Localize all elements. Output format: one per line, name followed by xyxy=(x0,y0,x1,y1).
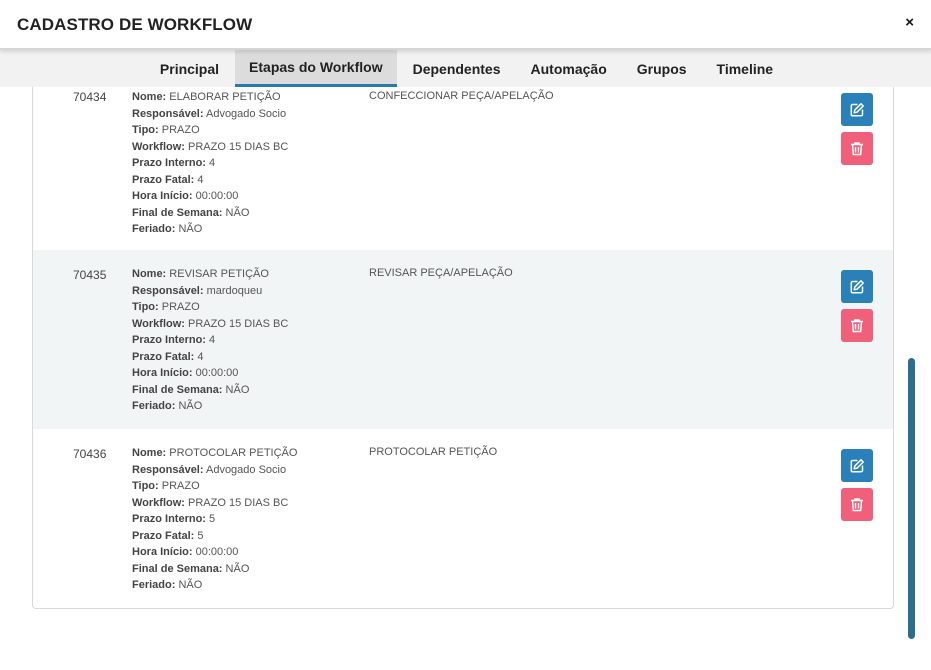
field-label: Hora Início: xyxy=(132,367,193,379)
field-label: Nome: xyxy=(132,91,167,103)
scrollbar-thumb[interactable] xyxy=(908,358,915,639)
trash-icon xyxy=(851,142,863,156)
step-nome: PROTOCOLAR PETIÇÃO xyxy=(169,447,298,459)
field-label: Hora Início: xyxy=(132,190,193,202)
tab-automacao[interactable]: Automação xyxy=(517,50,621,87)
step-description: REVISAR PEÇA/APELAÇÃO xyxy=(369,267,513,279)
step-workflow: PRAZO 15 DIAS BC xyxy=(188,317,289,330)
field-label: Prazo Fatal: xyxy=(132,529,195,542)
workflow-steps-list: 70434 Nome: ELABORAR PETIÇÃO Responsável… xyxy=(32,87,894,609)
tab-bar: Principal Etapas do Workflow Dependentes… xyxy=(0,50,931,87)
step-feriado: NÃO xyxy=(178,579,203,591)
step-details: Nome: PROTOCOLAR PETIÇÃO Responsável: Ad… xyxy=(132,445,297,594)
field-label: Prazo Interno: xyxy=(132,334,206,346)
step-responsavel: Advogado Socio xyxy=(205,463,287,476)
edit-icon xyxy=(850,102,864,116)
list-item: 70434 Nome: ELABORAR PETIÇÃO Responsável… xyxy=(33,87,893,250)
field-label: Feriado: xyxy=(132,223,176,235)
step-tipo: PRAZO xyxy=(161,301,200,313)
field-label: Responsável: xyxy=(132,463,204,476)
edit-button[interactable] xyxy=(841,449,873,482)
edit-button[interactable] xyxy=(841,270,873,303)
field-label: Nome: xyxy=(132,447,167,459)
field-label: Workflow: xyxy=(132,140,185,153)
field-label: Responsável: xyxy=(132,107,204,120)
step-prazo-fatal: 4 xyxy=(197,350,204,363)
step-final-semana: NÃO xyxy=(225,206,250,219)
step-id: 70436 xyxy=(73,447,107,461)
modal-title: CADASTRO DE WORKFLOW xyxy=(17,15,253,34)
step-hora-inicio: 00:00:00 xyxy=(195,367,239,379)
modal-header: CADASTRO DE WORKFLOW × xyxy=(0,0,931,50)
field-label: Final de Semana: xyxy=(132,383,223,396)
step-details: Nome: ELABORAR PETIÇÃO Responsável: Advo… xyxy=(132,89,288,238)
step-feriado: NÃO xyxy=(178,223,203,235)
field-label: Workflow: xyxy=(132,317,185,330)
step-feriado: NÃO xyxy=(178,400,203,412)
edit-icon xyxy=(850,279,864,293)
field-label: Prazo Interno: xyxy=(132,513,206,525)
delete-button[interactable] xyxy=(841,488,873,521)
edit-button[interactable] xyxy=(841,93,873,126)
tab-timeline[interactable]: Timeline xyxy=(703,50,788,87)
step-prazo-interno: 4 xyxy=(209,334,216,346)
step-description: PROTOCOLAR PETIÇÃO xyxy=(369,446,498,458)
field-label: Prazo Interno: xyxy=(132,157,206,169)
tab-grupos[interactable]: Grupos xyxy=(623,50,701,87)
field-label: Tipo: xyxy=(132,301,159,313)
field-label: Prazo Fatal: xyxy=(132,350,195,363)
tab-dependentes[interactable]: Dependentes xyxy=(399,50,515,87)
step-description: CONFECCIONAR PEÇA/APELAÇÃO xyxy=(369,90,554,102)
field-label: Feriado: xyxy=(132,579,176,591)
step-hora-inicio: 00:00:00 xyxy=(195,190,239,202)
field-label: Final de Semana: xyxy=(132,206,223,219)
field-label: Tipo: xyxy=(132,124,159,136)
step-final-semana: NÃO xyxy=(225,383,250,396)
trash-icon xyxy=(851,498,863,512)
field-label: Workflow: xyxy=(132,496,185,509)
step-prazo-fatal: 5 xyxy=(197,529,204,542)
step-prazo-fatal: 4 xyxy=(197,173,204,186)
field-label: Nome: xyxy=(132,268,167,280)
tab-principal[interactable]: Principal xyxy=(146,50,233,87)
step-responsavel: mardoqueu xyxy=(206,284,263,297)
step-final-semana: NÃO xyxy=(225,562,250,575)
step-workflow: PRAZO 15 DIAS BC xyxy=(188,496,289,509)
field-label: Hora Início: xyxy=(132,546,193,558)
close-icon[interactable]: × xyxy=(905,14,914,31)
field-label: Responsável: xyxy=(132,284,204,297)
delete-button[interactable] xyxy=(841,309,873,342)
step-tipo: PRAZO xyxy=(161,480,200,492)
step-id: 70435 xyxy=(73,268,107,282)
step-workflow: PRAZO 15 DIAS BC xyxy=(188,140,289,153)
step-hora-inicio: 00:00:00 xyxy=(195,546,239,558)
step-tipo: PRAZO xyxy=(161,124,200,136)
list-item: 70435 Nome: REVISAR PETIÇÃO Responsável:… xyxy=(33,250,893,429)
step-nome: ELABORAR PETIÇÃO xyxy=(169,91,281,103)
list-item: 70436 Nome: PROTOCOLAR PETIÇÃO Responsáv… xyxy=(33,429,893,608)
field-label: Final de Semana: xyxy=(132,562,223,575)
scrollbar[interactable] xyxy=(908,358,916,639)
step-prazo-interno: 4 xyxy=(209,157,216,169)
step-details: Nome: REVISAR PETIÇÃO Responsável: mardo… xyxy=(132,266,288,415)
step-id: 70434 xyxy=(73,90,107,104)
field-label: Prazo Fatal: xyxy=(132,173,195,186)
step-responsavel: Advogado Socio xyxy=(205,107,287,120)
tab-etapas-do-workflow[interactable]: Etapas do Workflow xyxy=(235,50,397,87)
field-label: Feriado: xyxy=(132,400,176,412)
step-nome: REVISAR PETIÇÃO xyxy=(169,268,269,280)
delete-button[interactable] xyxy=(841,132,873,165)
step-prazo-interno: 5 xyxy=(209,513,216,525)
edit-icon xyxy=(850,458,864,472)
trash-icon xyxy=(851,319,863,333)
field-label: Tipo: xyxy=(132,480,159,492)
